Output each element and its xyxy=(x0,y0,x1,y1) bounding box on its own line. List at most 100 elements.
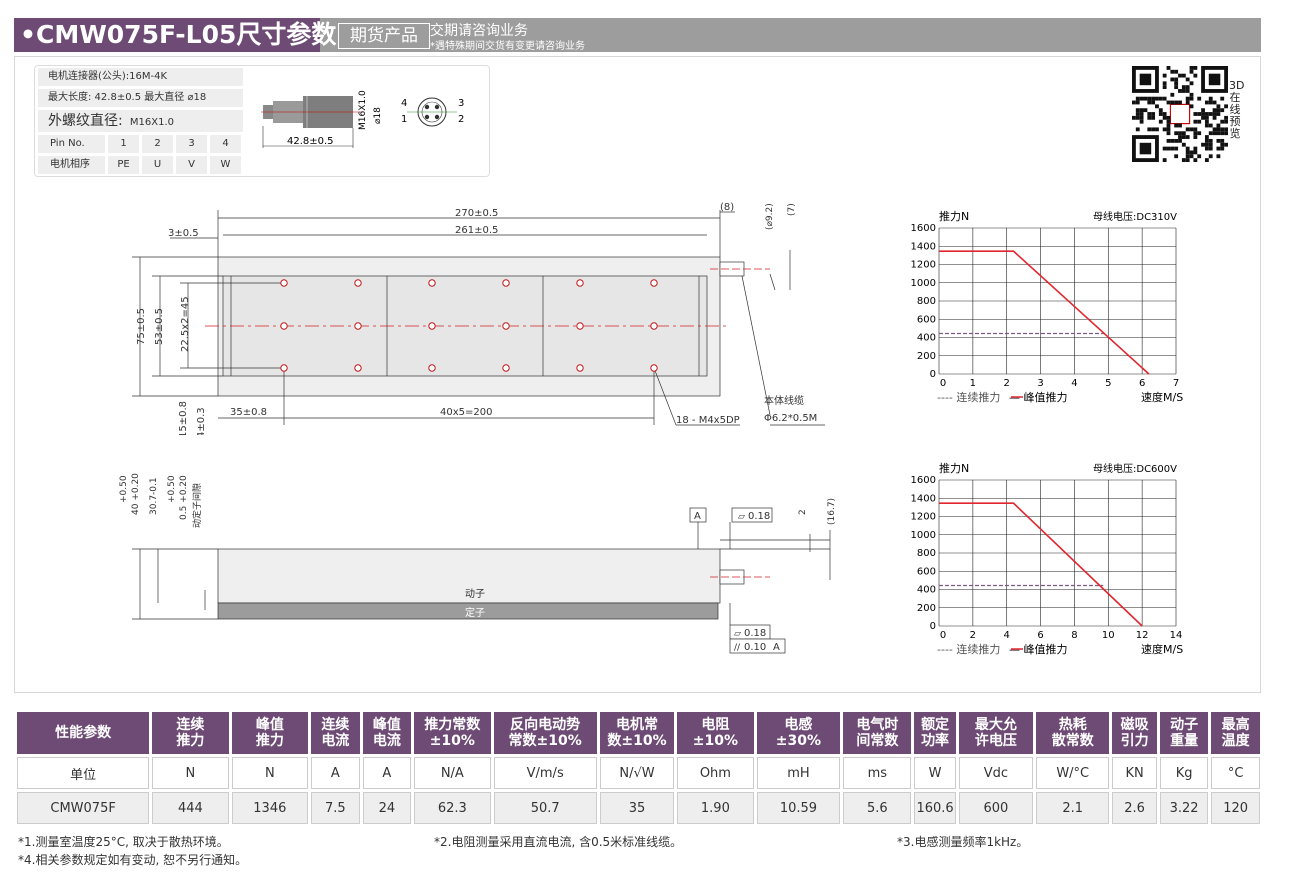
connector-thread-label: M16X1.0 xyxy=(358,90,368,130)
spec-header-line: 峰值 xyxy=(372,717,401,733)
spec-value-cell: 2.1 xyxy=(1036,792,1110,824)
face-pin-label: 4 xyxy=(401,98,407,109)
thrust-speed-chart-310v: 推力N 母线电压:DC310V 020040060080010001200140… xyxy=(911,209,1184,404)
y-tick-label: 0 xyxy=(930,369,936,380)
cable-spec: Φ6.2*0.5M xyxy=(764,413,817,424)
spec-header-cell: 最大允 许电压 xyxy=(958,712,1034,754)
qr-module xyxy=(1189,96,1194,101)
qr-module xyxy=(1151,127,1156,132)
qr-module xyxy=(1166,123,1171,128)
spec-header-line: 推力常数 xyxy=(424,717,481,733)
spec-header-line: 散常数 xyxy=(1051,733,1094,749)
y-tick-label: 400 xyxy=(917,333,936,344)
qr-module xyxy=(1220,131,1225,136)
spec-header-line: ±10% xyxy=(429,733,475,749)
x-tick-label: 2 xyxy=(970,630,976,641)
qr-module xyxy=(1178,89,1182,93)
spec-header-line: 连续 xyxy=(176,717,205,733)
spec-header-line: 电机常 xyxy=(615,717,658,733)
parallelism-datum: A xyxy=(773,642,780,653)
x-tick-label: 10 xyxy=(1102,630,1115,641)
spec-header-cell: 峰值 推力 xyxy=(231,712,309,754)
qr-module xyxy=(1170,92,1175,97)
spec-header-line: 电感 xyxy=(784,717,813,733)
pin-no: 4 xyxy=(210,135,241,153)
qr-module xyxy=(1151,112,1156,116)
chart-x-unit: 速度M/S xyxy=(1141,390,1183,404)
spec-header-line: 最高 xyxy=(1221,717,1250,733)
qr-module xyxy=(1193,158,1198,162)
qr-module xyxy=(1155,127,1159,132)
qr-module xyxy=(1212,100,1217,105)
flatness-bottom-value: 0.18 xyxy=(744,628,766,639)
qr-module xyxy=(1181,131,1186,136)
qr-module xyxy=(1208,146,1213,151)
spec-header-line: 磁吸 xyxy=(1120,717,1149,733)
qr-module xyxy=(1212,108,1217,113)
qr-module xyxy=(1162,127,1167,132)
spec-header-cell: 连续 推力 xyxy=(152,712,229,754)
x-tick-label: 5 xyxy=(1105,378,1111,389)
qr-module xyxy=(1170,100,1175,105)
qr-module xyxy=(1189,127,1194,132)
qr-module xyxy=(1155,104,1159,109)
qr-module xyxy=(1132,115,1136,120)
spec-value-cell: 62.3 xyxy=(414,792,491,824)
qr-module xyxy=(1197,154,1202,159)
y-tick-label: 600 xyxy=(917,566,936,577)
chart-title: 母线电压:DC600V xyxy=(1093,462,1177,475)
spec-header-line: 推力 xyxy=(255,733,284,749)
qr-module xyxy=(1174,154,1179,159)
spec-header-line: 数±10% xyxy=(607,733,667,749)
qr-module xyxy=(1185,85,1190,90)
qr-module xyxy=(1170,69,1175,74)
spec-value-cell: CMW075F xyxy=(17,792,150,824)
qr-module xyxy=(1174,138,1179,143)
flatness-top-value: 0.18 xyxy=(748,511,770,522)
qr-module xyxy=(1193,150,1198,155)
x-tick-label: 12 xyxy=(1136,630,1149,641)
qr-module xyxy=(1197,119,1202,124)
qr-module xyxy=(1208,112,1213,116)
qr-module xyxy=(1135,127,1140,132)
connector-pin-dot xyxy=(424,114,430,120)
qr-module xyxy=(1166,119,1171,124)
qr-code-image[interactable] xyxy=(1132,66,1228,162)
qr-module xyxy=(1147,115,1152,120)
qr-module xyxy=(1166,138,1171,143)
spec-header-line: 电流 xyxy=(372,733,401,749)
qr-module xyxy=(1178,135,1182,139)
y-tick-label: 800 xyxy=(917,548,936,559)
qr-module xyxy=(1201,142,1205,147)
spec-table: 性能参数 连续 推力 峰值 推力 连续 电流 峰值 电流 推力常数 ±10% 反向电动势 常数±10% 电… xyxy=(14,709,1263,827)
qr-module xyxy=(1204,100,1209,105)
spec-header-cell: 最高 温度 xyxy=(1211,712,1260,754)
dim-tol-gap: +0.50 xyxy=(167,475,177,503)
qr-module xyxy=(1208,131,1213,136)
page-title: •CMW075F-L05尺寸参数 xyxy=(14,18,336,52)
gap-label: 动定子间隙 xyxy=(191,483,203,528)
dim-label-3: 3±0.5 xyxy=(168,228,199,239)
spec-unit-cell: N/A xyxy=(414,757,491,789)
qr-module xyxy=(1174,100,1179,105)
pin-row-label: Pin No. xyxy=(38,135,105,153)
qr-module xyxy=(1204,115,1209,120)
qr-module xyxy=(1216,138,1221,143)
qr-module xyxy=(1151,100,1156,105)
spec-header-line: ±10% xyxy=(692,733,738,749)
qr-module xyxy=(1135,115,1140,120)
qr-module xyxy=(1162,146,1167,151)
connector-sketch: 42.8±0.5 M16X1.0 ⌀18 4 3 1 2 xyxy=(261,90,464,148)
qr-module xyxy=(1189,66,1194,70)
qr-module xyxy=(1197,112,1202,116)
y-tick-label: 1600 xyxy=(911,475,936,486)
qr-module xyxy=(1201,112,1205,116)
spec-value-cell: 24 xyxy=(362,792,412,824)
qr-module xyxy=(1204,158,1209,162)
x-tick-label: 8 xyxy=(1071,630,1077,641)
qr-module xyxy=(1178,123,1182,128)
qr-module xyxy=(1174,77,1179,82)
spec-unit-cell: mH xyxy=(756,757,841,789)
qr-module xyxy=(1174,146,1179,151)
qr-module xyxy=(1147,127,1152,132)
